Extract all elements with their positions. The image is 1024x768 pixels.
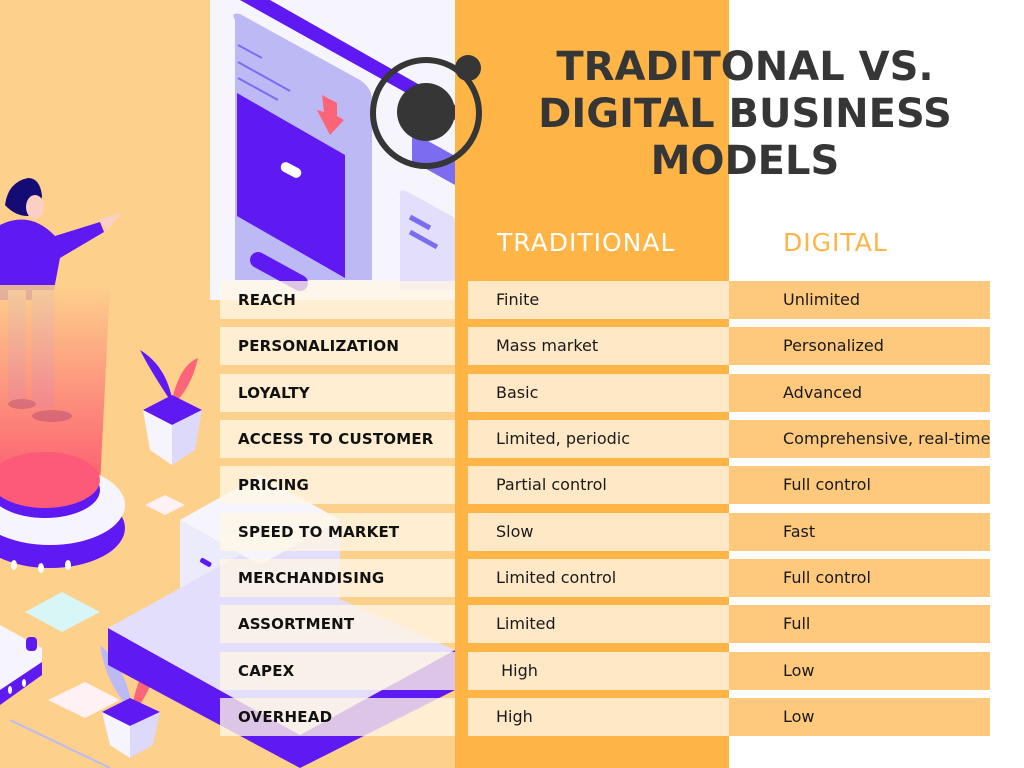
pedestal-illustration: [0, 285, 125, 573]
traditional-cell: Mass market: [468, 327, 729, 365]
traditional-cell: Limited control: [468, 559, 729, 597]
digital-cell: Full: [729, 605, 990, 643]
traditional-cell: Limited, periodic: [468, 420, 729, 458]
row-label: ACCESS TO CUSTOMER: [220, 420, 455, 458]
row-label: OVERHEAD: [220, 698, 455, 736]
traditional-cell: Partial control: [468, 466, 729, 504]
digital-cell: Low: [729, 698, 990, 736]
title-line-1: TRADITONAL VS.: [556, 44, 934, 90]
row-label: PERSONALIZATION: [220, 327, 455, 365]
digital-cell: Full control: [729, 466, 990, 504]
orbit-logo-icon: [370, 55, 482, 169]
row-label: CAPEX: [220, 652, 455, 690]
title-line-3: MODELS: [650, 138, 840, 184]
row-label: ASSORTMENT: [220, 605, 455, 643]
row-label: REACH: [220, 281, 455, 319]
row-label: SPEED TO MARKET: [220, 513, 455, 551]
traditional-cell: Finite: [468, 281, 729, 319]
page-title: TRADITONAL VS. DIGITAL BUSINESS MODELS: [520, 44, 970, 185]
digital-cell: Advanced: [729, 374, 990, 412]
traditional-cell: Basic: [468, 374, 729, 412]
row-label: MERCHANDISING: [220, 559, 455, 597]
title-line-2: DIGITAL BUSINESS: [538, 91, 952, 137]
row-label: PRICING: [220, 466, 455, 504]
traditional-cell: High: [468, 652, 729, 690]
traditional-cell: Slow: [468, 513, 729, 551]
floor-tile: [25, 592, 100, 632]
digital-cell: Unlimited: [729, 281, 990, 319]
digital-cell: Fast: [729, 513, 990, 551]
digital-column-header: DIGITAL: [783, 228, 888, 257]
traditional-column-header: TRADITIONAL: [497, 228, 676, 257]
traditional-cell: Limited: [468, 605, 729, 643]
digital-cell: Personalized: [729, 327, 990, 365]
row-label: LOYALTY: [220, 374, 455, 412]
digital-cell: Low: [729, 652, 990, 690]
digital-cell: Full control: [729, 559, 990, 597]
traditional-cell: High: [468, 698, 729, 736]
plant-pot-illustration: [140, 350, 202, 465]
floor-tile: [145, 495, 185, 515]
digital-cell: Comprehensive, real-time: [729, 420, 990, 458]
device-illustration: [0, 625, 42, 705]
